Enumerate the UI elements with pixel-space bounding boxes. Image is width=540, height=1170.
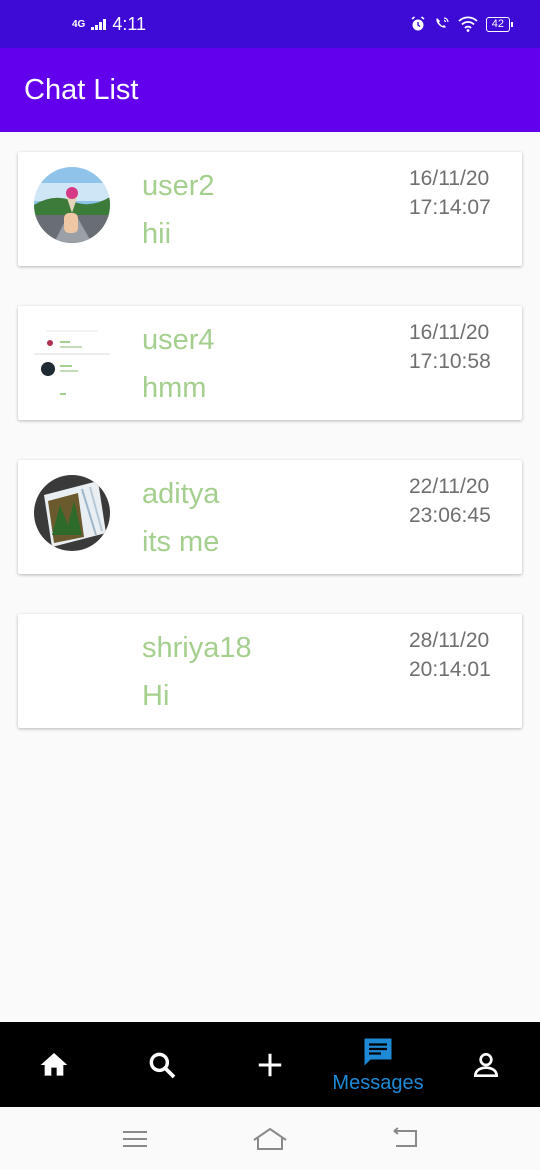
add-icon: [258, 1053, 282, 1076]
chat-date: 22/11/20: [409, 475, 490, 498]
chat-timestamp: 28/11/20 20:14:01: [409, 626, 491, 684]
chat-last-message: hii: [142, 218, 172, 250]
message-icon: [364, 1038, 392, 1066]
chat-timestamp: 22/11/20 23:06:45: [409, 472, 491, 530]
system-navigation-bar: [0, 1107, 540, 1170]
chat-time: 20:14:01: [409, 658, 491, 681]
chat-time: 17:10:58: [409, 350, 491, 373]
chat-user-name: aditya: [142, 478, 220, 510]
alarm-icon: [411, 16, 425, 31]
avatar: [34, 321, 110, 397]
network-type: 4G: [72, 18, 86, 30]
page-title: Chat List: [24, 73, 139, 106]
chat-date: 16/11/20: [409, 321, 490, 344]
menu-icon[interactable]: [120, 1127, 150, 1151]
chat-user-name: shriya18: [142, 632, 252, 664]
chat-last-message: Hi: [142, 680, 170, 712]
chat-date: 16/11/20: [409, 167, 490, 190]
chat-timestamp: 16/11/20 17:14:07: [409, 164, 491, 222]
chat-user-name: user2: [142, 170, 215, 202]
signal-icon: [91, 18, 107, 30]
chat-item[interactable]: user2 hii 16/11/20 17:14:07: [18, 152, 522, 266]
search-icon: [149, 1052, 176, 1078]
nav-messages-label: Messages: [332, 1072, 424, 1094]
app-bar: Chat List: [0, 48, 540, 132]
nav-profile[interactable]: [432, 1022, 540, 1107]
nav-add[interactable]: [216, 1022, 324, 1107]
chat-item[interactable]: user4 hmm 16/11/20 17:10:58: [18, 306, 522, 420]
avatar: [34, 475, 110, 551]
chat-last-message: its me: [142, 526, 220, 558]
chat-date: 28/11/20: [409, 629, 490, 652]
nav-home[interactable]: [0, 1022, 108, 1107]
status-time: 4:11: [112, 13, 147, 34]
chat-time: 17:14:07: [409, 196, 491, 219]
wifi-call-icon: [436, 17, 449, 28]
person-icon: [473, 1052, 499, 1077]
status-bar: 4G 4:11 42: [0, 0, 540, 48]
home-outline-icon[interactable]: [251, 1126, 289, 1152]
chat-user-name: user4: [142, 324, 215, 356]
avatar: [34, 167, 110, 243]
chat-timestamp: 16/11/20 17:10:58: [409, 318, 491, 376]
chat-list: user2 hii 16/11/20 17:14:07 user4 hmm 16…: [18, 152, 522, 768]
chat-item[interactable]: shriya18 Hi 28/11/20 20:14:01: [18, 614, 522, 728]
nav-search[interactable]: [108, 1022, 216, 1107]
chat-last-message: hmm: [142, 372, 207, 404]
wifi-icon: [458, 16, 478, 32]
chat-item[interactable]: aditya its me 22/11/20 23:06:45: [18, 460, 522, 574]
home-icon: [40, 1052, 68, 1076]
nav-messages[interactable]: Messages: [324, 1022, 432, 1107]
bottom-navigation: Messages: [0, 1022, 540, 1107]
battery-icon: 42: [485, 16, 514, 32]
back-icon[interactable]: [390, 1126, 420, 1152]
chat-time: 23:06:45: [409, 504, 491, 527]
